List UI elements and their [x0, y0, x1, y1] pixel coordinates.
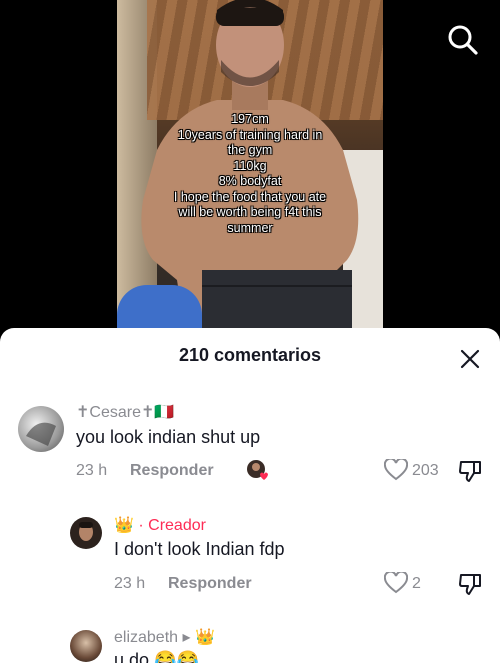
like-button[interactable] [383, 457, 409, 481]
caption-line: the gym [227, 143, 273, 157]
caption-line: will be worth being f4t this [178, 205, 322, 219]
caption-line: I hope the food that you ate [173, 189, 327, 204]
thumbs-down-icon [459, 461, 481, 482]
comment-time: 23 h [114, 575, 146, 592]
video-caption: 197cm 10years of training hard in the gy… [117, 112, 383, 236]
like-button[interactable] [383, 570, 409, 594]
dislike-button[interactable] [458, 459, 484, 483]
comment-text: you look indian shut up [76, 427, 261, 447]
caption-line: 10years of training hard in [177, 127, 323, 142]
comment-text: u do 😂😂 [114, 650, 199, 663]
like-count: 203 [412, 462, 439, 479]
comment-text: I don't look Indian fdp [114, 539, 285, 559]
video-player[interactable]: 197cm 10years of training hard in the gy… [0, 0, 500, 345]
avatar[interactable] [70, 517, 102, 549]
comment-time: 23 h [76, 462, 108, 479]
caption-line: 197cm [231, 112, 269, 126]
comments-title: 210 comentarios [178, 345, 322, 365]
caption-line: summer [227, 220, 273, 235]
reply-button[interactable]: Responder [168, 575, 252, 593]
close-icon [460, 349, 480, 369]
creator-heart-icon [247, 460, 268, 480]
reply-button[interactable]: Responder [130, 462, 214, 480]
creator-liked-badge [246, 459, 270, 483]
comment-username[interactable]: ✝Cesare✝🇮🇹 [76, 402, 174, 422]
search-icon [448, 25, 478, 55]
search-button[interactable] [446, 23, 480, 57]
comments-panel: 210 comentarios ✝Cesare✝🇮🇹 you look indi… [0, 328, 500, 663]
close-button[interactable] [459, 348, 481, 370]
heart-icon [383, 457, 409, 481]
caption-line: 110kg [233, 158, 267, 173]
avatar[interactable] [18, 406, 64, 452]
avatar[interactable] [70, 630, 102, 662]
caption-line: 8% bodyfat [218, 174, 282, 188]
dislike-button[interactable] [458, 572, 484, 596]
comment-username[interactable]: 👑 · Creador [114, 515, 206, 535]
comment-username[interactable]: elizabeth ▸ 👑 [114, 627, 215, 647]
like-count: 2 [412, 575, 421, 592]
heart-icon [383, 570, 409, 594]
thumbs-down-icon [459, 574, 481, 595]
